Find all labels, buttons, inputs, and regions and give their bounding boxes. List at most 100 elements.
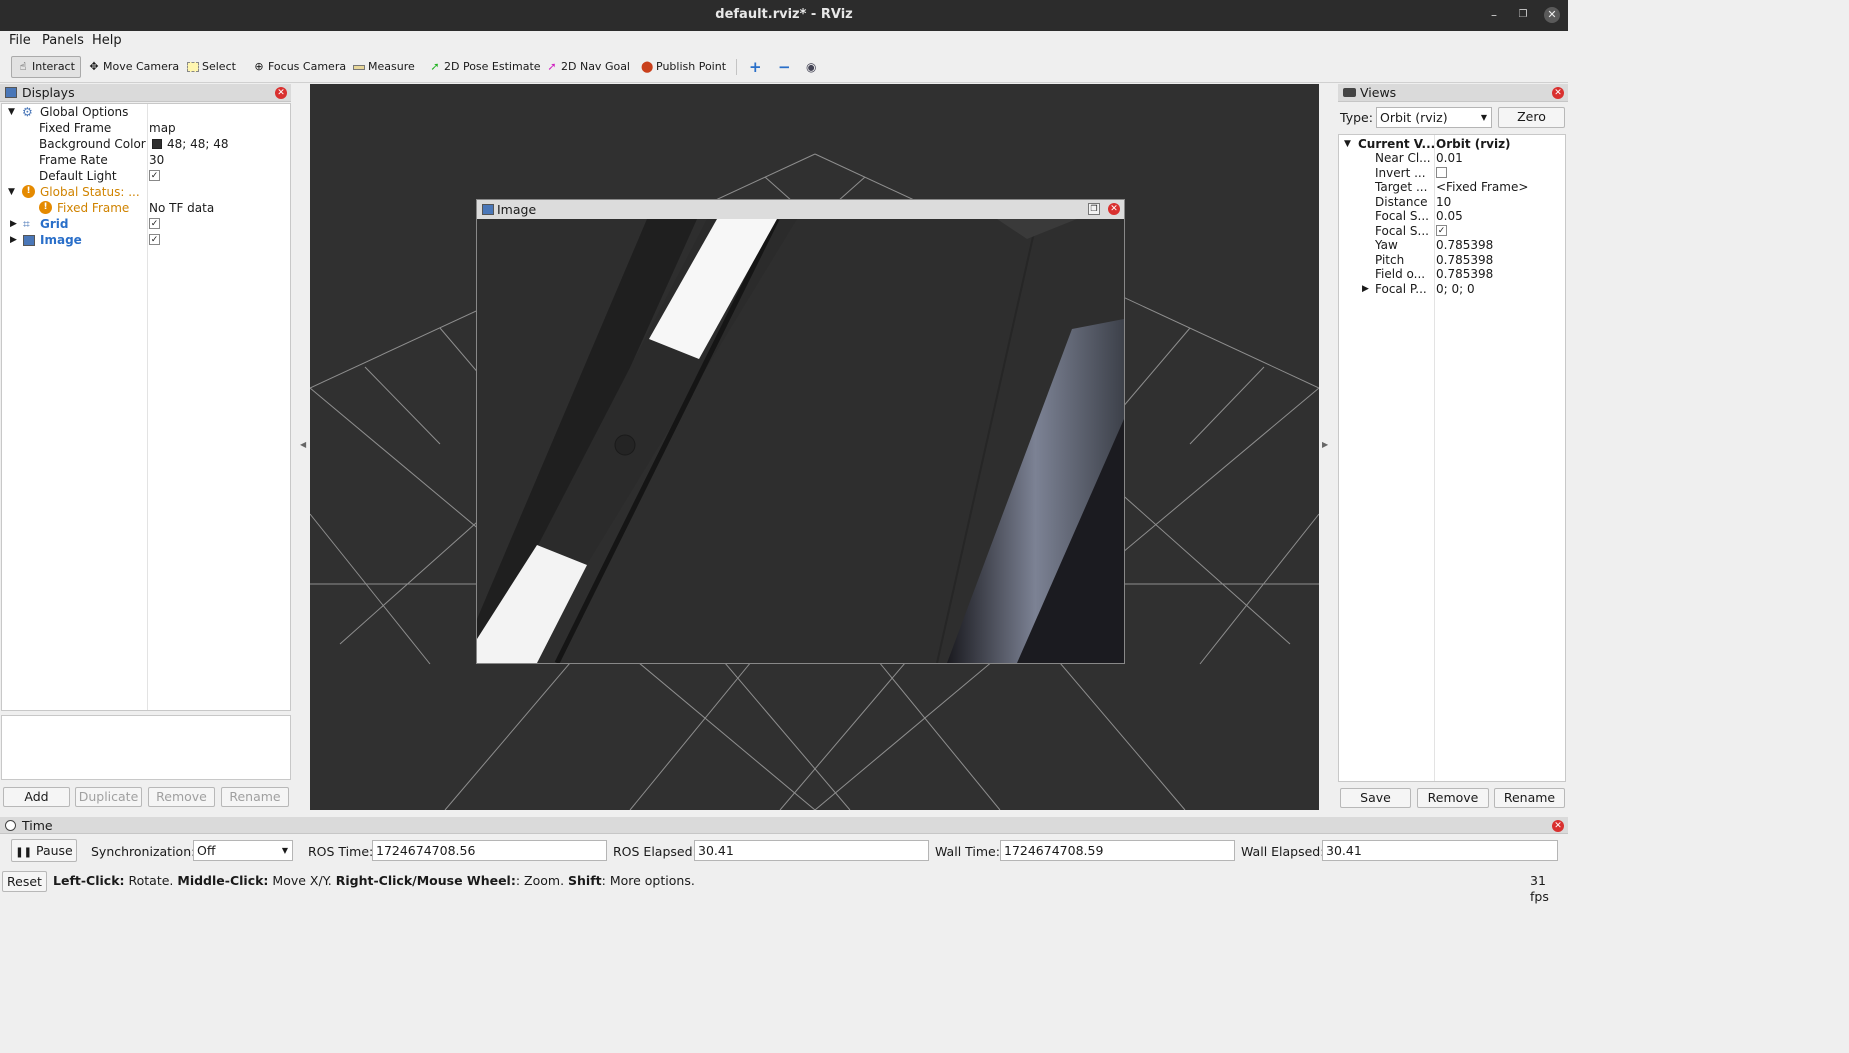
frame-rate-value[interactable]: 30 bbox=[149, 152, 164, 168]
rename-display-button[interactable]: Rename bbox=[221, 787, 289, 807]
pause-button[interactable]: ❚❚ Pause bbox=[11, 839, 77, 862]
near-clip-value[interactable]: 0.01 bbox=[1436, 150, 1463, 166]
reset-button[interactable]: Reset bbox=[2, 871, 47, 892]
status-fixed-frame-label: Fixed Frame bbox=[57, 201, 130, 215]
hint-left-click-action: Rotate. bbox=[128, 873, 174, 888]
measure-tool-button[interactable]: Measure bbox=[348, 56, 420, 78]
target-frame-value[interactable]: <Fixed Frame> bbox=[1436, 179, 1528, 195]
image-checkbox[interactable]: ✓ bbox=[149, 234, 160, 245]
remove-view-button[interactable]: Remove bbox=[1417, 788, 1489, 808]
menu-bar: File Panels Help bbox=[0, 31, 1568, 51]
image-icon bbox=[23, 235, 35, 246]
focal-shape-fixed-checkbox[interactable]: ✓ bbox=[1436, 225, 1447, 236]
float-icon[interactable]: ❐ bbox=[1088, 203, 1100, 215]
eye-icon[interactable]: ◉ bbox=[801, 56, 821, 78]
hint-right-click-key: Right-Click/Mouse Wheel: bbox=[335, 873, 516, 888]
image-icon bbox=[482, 204, 494, 215]
ros-time-field[interactable]: 1724674708.56 bbox=[372, 840, 607, 861]
select-tool-button[interactable]: Select bbox=[182, 56, 241, 78]
image-display-item[interactable]: Image bbox=[40, 232, 82, 248]
yaw-value[interactable]: 0.785398 bbox=[1436, 237, 1493, 253]
displays-close-icon[interactable]: ✕ bbox=[275, 87, 287, 99]
expand-arrow-icon[interactable]: ▼ bbox=[8, 104, 15, 120]
default-light-checkbox[interactable]: ✓ bbox=[149, 170, 160, 181]
synchronization-select[interactable]: Off ▼ bbox=[193, 840, 293, 861]
wall-time-field[interactable]: 1724674708.59 bbox=[1000, 840, 1235, 861]
save-view-button[interactable]: Save bbox=[1340, 788, 1411, 808]
interact-tool-button[interactable]: ☝ Interact bbox=[11, 56, 81, 78]
move-camera-tool-button[interactable]: ✥ Move Camera bbox=[83, 56, 184, 78]
grid-icon: ⌗ bbox=[23, 217, 30, 231]
image-window[interactable]: Image ❐ ✕ bbox=[476, 199, 1125, 664]
minimize-icon[interactable]: – bbox=[1486, 7, 1502, 23]
menu-help[interactable]: Help bbox=[92, 33, 122, 48]
hint-middle-click-key: Middle-Click: bbox=[177, 873, 269, 888]
synchronization-label: Synchronization: bbox=[91, 844, 196, 859]
pose-estimate-tool-button[interactable]: ➚ 2D Pose Estimate bbox=[424, 56, 546, 78]
image-window-close-icon[interactable]: ✕ bbox=[1108, 203, 1120, 215]
expand-arrow-icon[interactable]: ▼ bbox=[1344, 136, 1351, 152]
expand-arrow-icon[interactable]: ▼ bbox=[8, 184, 15, 200]
global-options-item[interactable]: Global Options bbox=[40, 104, 128, 120]
warning-icon: ! bbox=[22, 185, 35, 198]
remove-display-button[interactable]: Remove bbox=[148, 787, 215, 807]
focal-shape-size-value[interactable]: 0.05 bbox=[1436, 208, 1463, 224]
duplicate-button[interactable]: Duplicate bbox=[75, 787, 142, 807]
image-window-header[interactable]: Image ❐ ✕ bbox=[477, 200, 1124, 219]
collapse-arrow-icon[interactable]: ▶ bbox=[1362, 281, 1369, 297]
wall-time-label: Wall Time: bbox=[935, 844, 1000, 859]
map-pin-icon: ⬤ bbox=[641, 60, 654, 73]
collapse-arrow-icon[interactable]: ▶ bbox=[10, 216, 17, 232]
wall-elapsed-label: Wall Elapsed: bbox=[1241, 844, 1325, 859]
color-swatch[interactable] bbox=[152, 139, 162, 149]
background-color-label: Background Color bbox=[39, 137, 146, 151]
grid-checkbox[interactable]: ✓ bbox=[149, 218, 160, 229]
views-close-icon[interactable]: ✕ bbox=[1552, 87, 1564, 99]
background-color-value[interactable]: 48; 48; 48 bbox=[167, 136, 229, 152]
target-frame-label: Target ... bbox=[1375, 180, 1428, 194]
field-of-view-value[interactable]: 0.785398 bbox=[1436, 266, 1493, 282]
chevron-down-icon: ▼ bbox=[1480, 113, 1487, 122]
add-tool-icon[interactable]: + bbox=[744, 56, 767, 78]
invert-z-checkbox[interactable] bbox=[1436, 167, 1447, 178]
hint-shift-action: : More options. bbox=[601, 873, 695, 888]
focus-camera-tool-button[interactable]: ⊕ Focus Camera bbox=[248, 56, 351, 78]
maximize-icon[interactable]: ❐ bbox=[1515, 7, 1531, 23]
remove-tool-icon[interactable]: − bbox=[773, 56, 796, 78]
status-fixed-frame-value: No TF data bbox=[149, 201, 215, 215]
views-panel-header: Views ✕ bbox=[1338, 84, 1568, 102]
camera-icon bbox=[1343, 88, 1356, 97]
column-divider bbox=[1434, 135, 1435, 781]
pause-icon: ❚❚ bbox=[15, 847, 32, 858]
menu-panels[interactable]: Panels bbox=[42, 33, 84, 48]
hint-right-click-action: : Zoom. bbox=[515, 873, 565, 888]
splitter-right-arrow-icon[interactable]: ▶ bbox=[1322, 440, 1328, 449]
splitter-left-arrow-icon[interactable]: ◀ bbox=[300, 440, 306, 449]
window-close-icon[interactable]: ✕ bbox=[1544, 7, 1560, 23]
monitor-icon bbox=[5, 87, 17, 98]
focal-point-value[interactable]: 0; 0; 0 bbox=[1436, 281, 1475, 297]
displays-title: Displays bbox=[22, 85, 75, 100]
menu-file[interactable]: File bbox=[9, 33, 31, 48]
view-properties-tree: ▼ Current V... Orbit (rviz) Near Cl... 0… bbox=[1338, 134, 1566, 782]
zero-button[interactable]: Zero bbox=[1498, 107, 1565, 128]
global-status-item[interactable]: Global Status: ... bbox=[40, 184, 140, 200]
column-divider bbox=[147, 104, 148, 710]
nav-goal-tool-button[interactable]: ➚ 2D Nav Goal bbox=[541, 56, 635, 78]
view-type-select[interactable]: Orbit (rviz) ▼ bbox=[1376, 107, 1492, 128]
rename-view-button[interactable]: Rename bbox=[1494, 788, 1565, 808]
gear-icon: ⚙ bbox=[22, 105, 33, 119]
grid-display-item[interactable]: Grid bbox=[40, 216, 68, 232]
magenta-arrow-icon: ➚ bbox=[547, 60, 557, 73]
interaction-hint: Left-Click: Rotate. Middle-Click: Move X… bbox=[53, 873, 695, 889]
interact-label: Interact bbox=[32, 60, 75, 73]
fixed-frame-value[interactable]: map bbox=[149, 120, 176, 136]
wall-elapsed-field[interactable]: 30.41 bbox=[1322, 840, 1558, 861]
add-button[interactable]: Add bbox=[3, 787, 70, 807]
window-title: default.rviz* - RViz bbox=[715, 7, 853, 22]
time-close-icon[interactable]: ✕ bbox=[1552, 820, 1564, 832]
collapse-arrow-icon[interactable]: ▶ bbox=[10, 232, 17, 248]
ros-elapsed-field[interactable]: 30.41 bbox=[694, 840, 929, 861]
frame-rate-label: Frame Rate bbox=[39, 153, 108, 167]
publish-point-tool-button[interactable]: ⬤ Publish Point bbox=[636, 56, 731, 78]
